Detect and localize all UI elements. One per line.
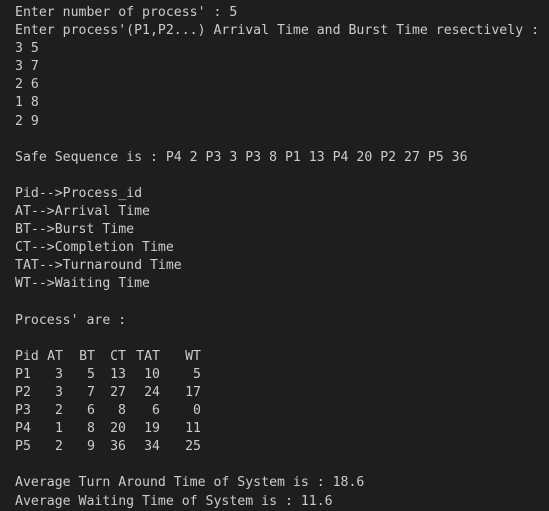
table-cell: 27 [110, 384, 126, 400]
table-row: P2 3 7 27 24 17 [15, 384, 549, 402]
table-cell: P4 [15, 421, 31, 437]
input-line: 3 7 [15, 59, 39, 75]
table-cell: 8 [87, 421, 95, 437]
input-line: 1 8 [15, 95, 39, 111]
table-cell: 2 [55, 403, 63, 419]
safe-sequence-line: Safe Sequence is : P4 2 P3 3 P3 8 P1 13 … [15, 149, 468, 165]
table-row: P4 1 8 20 19 11 [15, 420, 549, 438]
table-cell: 36 [110, 439, 126, 455]
table-cell: P2 [15, 384, 31, 400]
average-turnaround-line: Average Turn Around Time of System is : … [15, 475, 365, 491]
table-cell: 11 [185, 421, 201, 437]
table-cell: 10 [144, 366, 160, 382]
table-row: P5 2 9 36 34 25 [15, 438, 549, 456]
legend-line: AT-->Arrival Time [15, 204, 150, 220]
table-header-cell: TAT [136, 348, 160, 364]
input-line: 3 5 [15, 41, 39, 57]
input-line: 2 9 [15, 113, 39, 129]
table-cell: 19 [144, 421, 160, 437]
process-heading: Process' are : [15, 312, 127, 328]
table-cell: 3 [55, 366, 63, 382]
legend-line: CT-->Completion Time [15, 240, 174, 256]
table-cell: 13 [110, 366, 126, 382]
table-cell: 1 [55, 421, 63, 437]
table-cell: 5 [87, 366, 95, 382]
table-cell: 17 [185, 384, 201, 400]
table-header-row: Pid AT BT CT TAT WT [15, 348, 549, 366]
terminal-body: Enter number of process' : 5 Enter proce… [15, 4, 549, 511]
legend-line: Pid-->Process_id [15, 185, 143, 201]
table-cell: 8 [118, 403, 126, 419]
table-header-cell: CT [110, 348, 126, 364]
table-cell: 6 [152, 403, 160, 419]
table-cell: 25 [185, 439, 201, 455]
table-cell: 9 [87, 439, 95, 455]
table-header-cell: BT [79, 348, 95, 364]
table-cell: 7 [87, 384, 95, 400]
table-cell: 0 [193, 403, 201, 419]
table-cell: 2 [55, 439, 63, 455]
terminal-output[interactable]: · · · · · · · · · · · · · · · · · · · · … [0, 0, 549, 511]
table-cell: 3 [55, 384, 63, 400]
table-cell: P1 [15, 366, 31, 382]
table-row: P1 3 5 13 10 5 [15, 366, 549, 384]
table-row: P3 2 6 8 6 0 [15, 402, 549, 420]
legend-line: TAT-->Turnaround Time [15, 258, 182, 274]
table-cell: P5 [15, 439, 31, 455]
table-cell: 5 [193, 366, 201, 382]
table-cell: P3 [15, 403, 31, 419]
prompt-arrival-burst: Enter process'(P1,P2...) Arrival Time an… [15, 23, 540, 39]
table-cell: 34 [144, 439, 160, 455]
table-cell: 24 [144, 384, 160, 400]
table-cell: 6 [87, 403, 95, 419]
legend-line: BT-->Burst Time [15, 222, 135, 238]
prompt-process-count: Enter number of process' : 5 [15, 5, 238, 20]
table-header-cell: WT [185, 348, 201, 364]
legend-line: WT-->Waiting Time [15, 276, 150, 292]
table-cell: 20 [110, 421, 126, 437]
table-header-cell: Pid [15, 348, 39, 364]
input-line: 2 6 [15, 77, 39, 93]
average-waiting-line: Average Waiting Time of System is : 11.6 [15, 493, 333, 509]
table-header-cell: AT [47, 348, 63, 364]
